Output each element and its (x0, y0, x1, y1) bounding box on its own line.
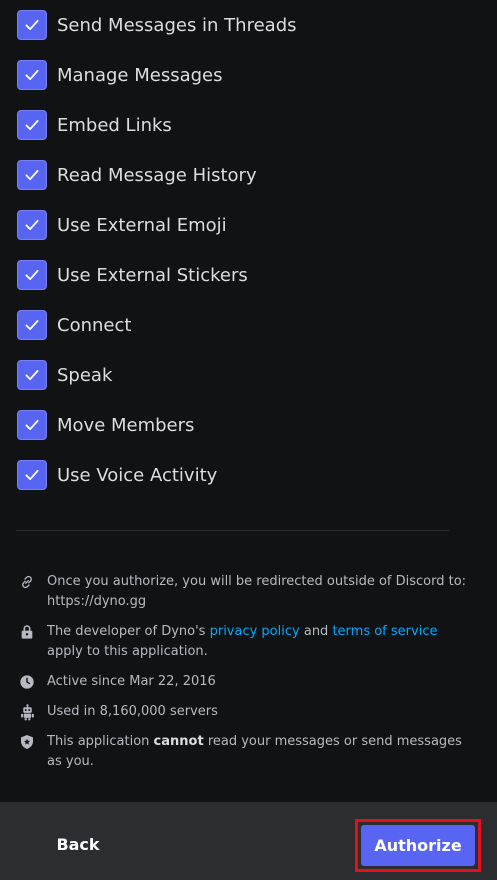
permission-checkbox[interactable] (17, 60, 47, 90)
checkmark-icon (25, 219, 39, 231)
permission-item[interactable]: Use External Emoji (17, 210, 227, 240)
permission-item[interactable]: Use External Stickers (17, 260, 248, 290)
permission-item[interactable]: Move Members (17, 410, 194, 440)
permission-checkbox[interactable] (17, 10, 47, 40)
permission-item[interactable]: Connect (17, 310, 131, 340)
robot-icon (18, 703, 36, 721)
permission-item[interactable]: Speak (17, 360, 112, 390)
permission-label: Manage Messages (57, 64, 223, 86)
permission-label: Send Messages in Threads (57, 14, 297, 36)
permission-label: Embed Links (57, 114, 172, 136)
permission-checkbox[interactable] (17, 410, 47, 440)
checkmark-icon (25, 419, 39, 431)
checkmark-icon (25, 169, 39, 181)
link-icon (18, 573, 36, 591)
back-button[interactable]: Back (40, 824, 116, 864)
redirect-text: Once you authorize, you will be redirect… (47, 574, 467, 609)
checkmark-icon (25, 319, 39, 331)
permission-checkbox[interactable] (17, 110, 47, 140)
clock-icon (18, 673, 36, 691)
server-count-text: Used in 8,160,000 servers (47, 704, 218, 719)
permission-item[interactable]: Manage Messages (17, 60, 223, 90)
privacy-policy-link[interactable]: privacy policy (210, 624, 300, 639)
developer-middle: and (299, 624, 333, 639)
developer-suffix: apply to this application. (47, 644, 208, 659)
permission-label: Move Members (57, 414, 195, 436)
checkmark-icon (25, 269, 39, 281)
message-privacy-info: This application cannot read your messag… (18, 732, 478, 772)
checkmark-icon (25, 119, 39, 131)
active-since-text: Active since Mar 22, 2016 (47, 674, 216, 689)
server-count-info: Used in 8,160,000 servers (18, 702, 478, 722)
checkmark-icon (25, 469, 39, 481)
section-divider (16, 530, 449, 531)
permission-item[interactable]: Read Message History (17, 160, 257, 190)
redirect-info: Once you authorize, you will be redirect… (18, 572, 478, 612)
checkmark-icon (25, 69, 39, 81)
permission-item[interactable]: Send Messages in Threads (17, 10, 297, 40)
developer-prefix: The developer of Dyno's (47, 624, 210, 639)
permission-item[interactable]: Embed Links (17, 110, 172, 140)
permission-checkbox[interactable] (17, 210, 47, 240)
permission-label: Connect (57, 314, 132, 336)
terms-of-service-link[interactable]: terms of service (332, 624, 437, 639)
permission-item[interactable]: Use Voice Activity (17, 460, 217, 490)
permission-checkbox[interactable] (17, 460, 47, 490)
permission-label: Use Voice Activity (57, 464, 218, 486)
active-since-info: Active since Mar 22, 2016 (18, 672, 478, 692)
checkmark-icon (25, 19, 39, 31)
privacy-emphasis: cannot (153, 734, 204, 749)
permission-checkbox[interactable] (17, 260, 47, 290)
action-footer: Back Authorize (0, 802, 497, 880)
developer-info: The developer of Dyno's privacy policy a… (18, 622, 478, 662)
permission-checkbox[interactable] (17, 310, 47, 340)
permission-label: Use External Stickers (57, 264, 248, 286)
permission-checkbox[interactable] (17, 360, 47, 390)
lock-icon (18, 623, 36, 641)
permission-label: Speak (57, 364, 113, 386)
oauth-authorize-page: Send Messages in Threads Manage Messages… (0, 0, 497, 880)
permission-label: Read Message History (57, 164, 257, 186)
checkmark-icon (25, 369, 39, 381)
permission-checkbox[interactable] (17, 160, 47, 190)
shield-icon (18, 733, 36, 751)
developer-text: The developer of Dyno's privacy policy a… (47, 622, 472, 662)
permission-label: Use External Emoji (57, 214, 227, 236)
message-privacy-text: This application cannot read your messag… (47, 732, 472, 772)
authorize-button[interactable]: Authorize (361, 825, 475, 866)
privacy-prefix: This application (47, 734, 154, 749)
